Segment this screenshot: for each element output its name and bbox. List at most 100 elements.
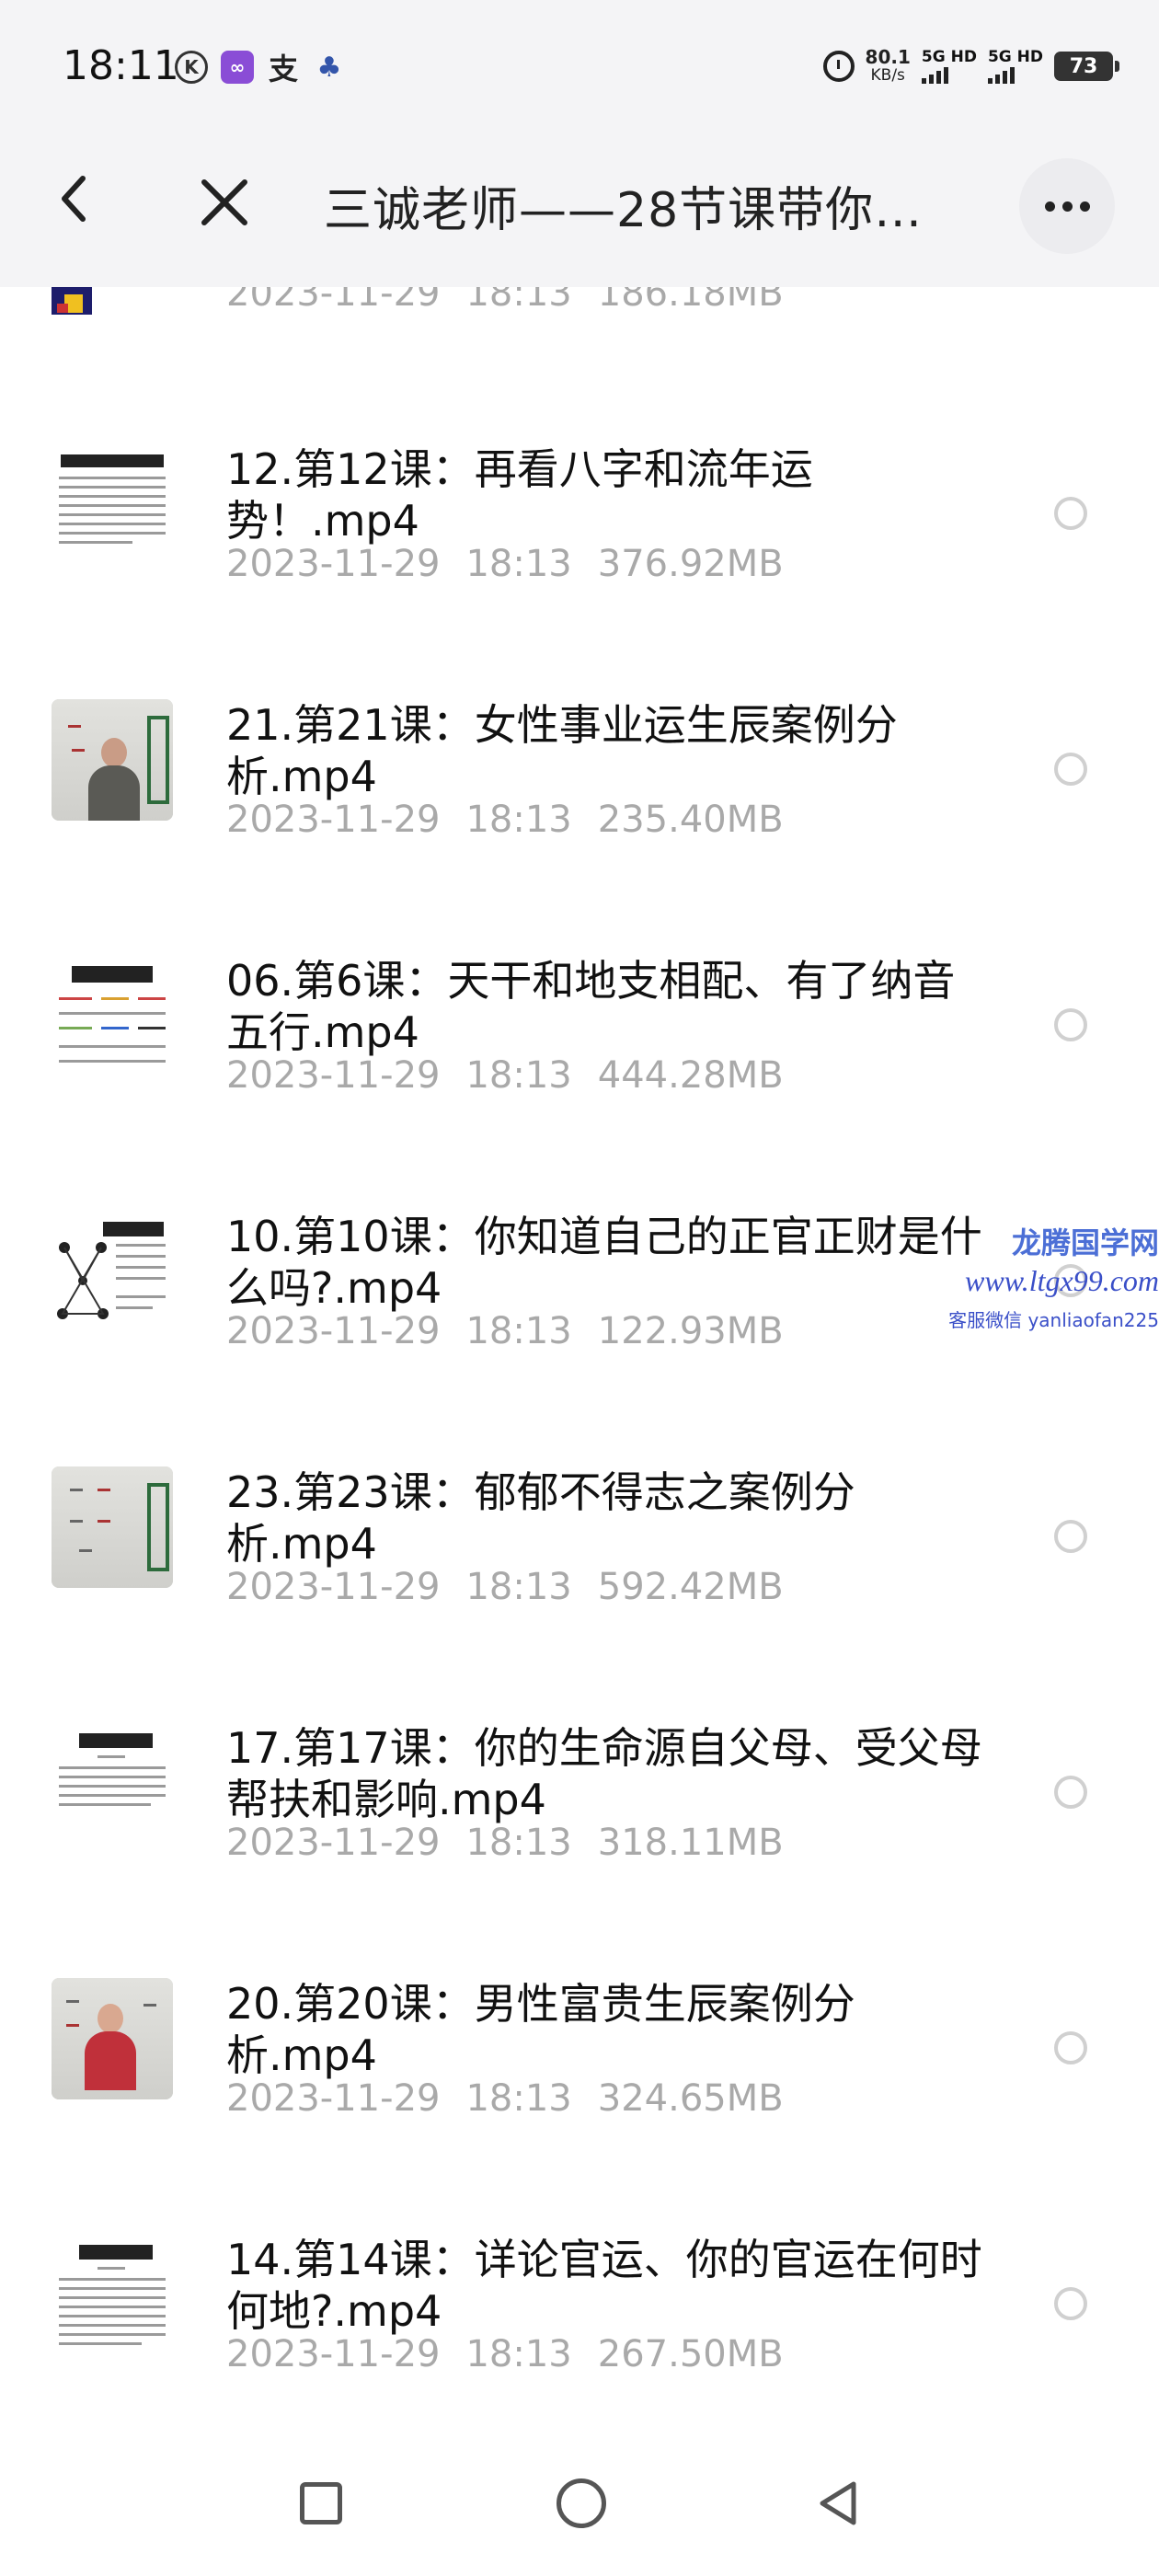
doc-line: [59, 2324, 166, 2327]
back-button[interactable]: [46, 169, 105, 228]
battery-icon: 73: [1054, 52, 1119, 81]
nav-back-button[interactable]: [815, 2478, 861, 2528]
file-time: 18:13: [465, 2077, 572, 2120]
file-name: 20.第20课：男性富贵生辰案例分析.mp4: [226, 1979, 855, 2080]
file-date: 2023-11-29: [226, 1054, 441, 1097]
doc-line: [98, 2267, 125, 2270]
file-time: 18:13: [465, 2333, 572, 2375]
doc-line: [59, 513, 166, 516]
doc-line: [59, 2306, 166, 2308]
signal-2-label: 5G HD: [987, 48, 1043, 66]
watermark-contact: 客服微信 yanliaofan225: [948, 1309, 1159, 1331]
star-diagram-icon: [57, 1242, 109, 1319]
file-size: 122.93MB: [597, 1310, 784, 1352]
k-app-icon: K: [175, 51, 208, 84]
doc-heading: [103, 1222, 164, 1236]
file-row[interactable]: 06.第6课：天干和地支相配、有了纳音五行.mp4 2023-11-29 18:1…: [0, 955, 1159, 1211]
select-radio[interactable]: [1054, 753, 1087, 786]
infinity-app-icon: ∞: [221, 51, 254, 84]
board-mark: [79, 1549, 92, 1552]
file-size: 318.11MB: [597, 1822, 784, 1864]
file-size: 376.92MB: [597, 543, 784, 585]
file-row[interactable]: 12.第12课：再看八字和流年运势！.mp4 2023-11-29 18:13 37…: [0, 443, 1159, 699]
file-name: 12.第12课：再看八字和流年运势！.mp4: [226, 444, 813, 546]
select-radio[interactable]: [1054, 1520, 1087, 1553]
video-person: [88, 738, 140, 821]
file-row[interactable]: 2023-11-29 18:13 186.18MB: [0, 287, 1159, 361]
file-row[interactable]: 20.第20课：男性富贵生辰案例分析.mp4 2023-11-29 18:13 32…: [0, 1978, 1159, 2234]
doc-line: [116, 1244, 166, 1247]
person-head: [98, 2004, 123, 2033]
doc-line: [101, 997, 129, 1000]
recent-apps-button[interactable]: [300, 2482, 342, 2524]
file-time: 18:13: [465, 799, 572, 841]
file-time: 18:13: [465, 1310, 572, 1352]
doc-line: [59, 1794, 166, 1797]
file-meta: 2023-11-29 18:13 376.92MB: [226, 543, 809, 585]
board-mark: [66, 2024, 79, 2027]
board-edge: [147, 1483, 169, 1571]
battery-level: 73: [1069, 54, 1098, 78]
file-meta: 2023-11-29 18:13 122.93MB: [226, 1310, 809, 1352]
doc-line: [59, 1012, 166, 1015]
select-radio[interactable]: [1054, 497, 1087, 530]
board-mark: [98, 1520, 110, 1523]
signal-2: 5G HD: [987, 48, 1043, 84]
doc-line: [59, 532, 166, 535]
doc-line: [116, 1266, 166, 1269]
file-thumbnail: [52, 955, 173, 1076]
doc-heading: [79, 2245, 153, 2260]
doc-line: [59, 1060, 166, 1063]
page-title: 三诚老师——28节课带你…: [324, 183, 924, 238]
file-thumbnail: [52, 1722, 173, 1844]
doc-heading: [61, 454, 164, 467]
doc-line: [59, 1766, 166, 1769]
file-row[interactable]: 14.第14课：详论官运、你的官运在何时何地?.mp4 2023-11-29 18…: [0, 2234, 1159, 2431]
watermark-title: 龙腾国学网: [1011, 1226, 1159, 1259]
file-size: 186.18MB: [597, 287, 784, 315]
select-radio[interactable]: [1054, 2031, 1087, 2064]
app-header: 三诚老师——28节课带你…: [0, 118, 1159, 287]
file-row[interactable]: 23.第23课：郁郁不得志之案例分析.mp4 2023-11-29 18:13 59…: [0, 1466, 1159, 1722]
watermark-url: www.ltgx99.com: [965, 1264, 1159, 1297]
person-body: [85, 2031, 136, 2090]
home-button[interactable]: [557, 2478, 606, 2528]
doc-line: [59, 1045, 166, 1048]
select-radio[interactable]: [1054, 2287, 1087, 2320]
file-date: 2023-11-29: [226, 1566, 441, 1608]
alarm-icon: [822, 51, 855, 82]
person-body: [88, 765, 140, 821]
select-radio[interactable]: [1054, 1008, 1087, 1041]
file-thumbnail: [52, 2234, 173, 2355]
file-row[interactable]: 21.第21课：女性事业运生辰案例分析.mp4 2023-11-29 18:13 2…: [0, 699, 1159, 955]
doc-line: [116, 1277, 166, 1280]
more-dots-icon: [1044, 201, 1055, 212]
signal-1: 5G HD: [921, 49, 977, 84]
board-mark: [70, 1489, 83, 1491]
doc-line: [116, 1255, 166, 1258]
file-name: 21.第21课：女性事业运生辰案例分析.mp4: [226, 700, 898, 801]
clover-icon: ♣: [316, 51, 342, 84]
more-button[interactable]: [1019, 158, 1115, 254]
doc-line: [59, 2333, 166, 2336]
file-size: 235.40MB: [597, 799, 784, 841]
system-nav-bar: [0, 2431, 1159, 2576]
doc-line: [138, 997, 166, 1000]
file-name: 10.第10课：你知道自己的正官正财是什么吗?.mp4: [226, 1212, 982, 1313]
doc-line: [59, 541, 132, 544]
more-dot: [1079, 201, 1090, 212]
file-row[interactable]: 17.第17课：你的生命源自父母、受父母帮扶和影响.mp4 2023-11-29…: [0, 1722, 1159, 1978]
status-time: 18:11: [63, 42, 179, 89]
file-time: 18:13: [465, 543, 572, 585]
file-meta: 2023-11-29 18:13 324.65MB: [226, 2077, 809, 2120]
file-meta: 2023-11-29 18:13 318.11MB: [226, 1822, 809, 1864]
file-time: 18:13: [465, 1822, 572, 1864]
file-date: 2023-11-29: [226, 287, 441, 315]
watermark: 龙腾国学网 www.ltgx99.com 客服微信 yanliaofan225: [929, 1220, 1159, 1358]
doc-heading: [72, 966, 153, 983]
select-radio[interactable]: [1054, 1776, 1087, 1809]
doc-line: [116, 1295, 166, 1298]
close-button[interactable]: [191, 169, 258, 236]
file-thumbnail: [52, 443, 173, 565]
file-name: 06.第6课：天干和地支相配、有了纳音五行.mp4: [226, 956, 956, 1057]
